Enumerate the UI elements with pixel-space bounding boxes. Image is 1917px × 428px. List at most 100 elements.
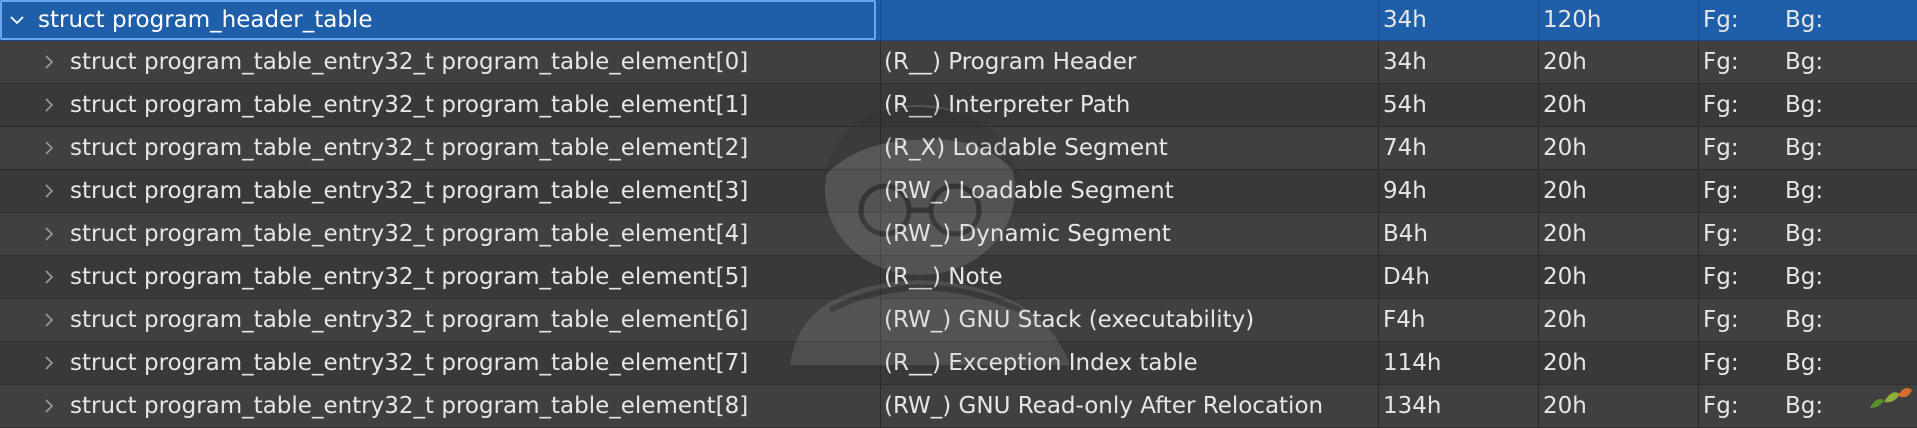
fg-label[interactable]: Fg: [1699,307,1785,333]
row-start: 74h [1383,135,1427,161]
comment-cell: (RW_) Loadable Segment [881,170,1377,212]
chevron-right-icon[interactable] [40,53,58,71]
row-comment: (R__) Interpreter Path [884,92,1131,118]
size-cell: 20h [1539,41,1697,83]
fg-label[interactable]: Fg: [1699,135,1785,161]
chevron-right-icon[interactable] [40,96,58,114]
row-comment: (RW_) Loadable Segment [884,178,1174,204]
name-cell: struct program_header_table [0,0,876,40]
fg-label[interactable]: Fg: [1699,350,1785,376]
comment-cell: (R__) Exception Index table [881,342,1377,384]
size-cell: 120h [1539,0,1697,40]
row-start: 34h [1383,49,1427,75]
color-cell: Fg: Bg: [1699,213,1917,255]
row-start: F4h [1383,307,1426,333]
start-cell: 94h [1379,170,1537,212]
start-cell: F4h [1379,299,1537,341]
chevron-right-icon[interactable] [40,225,58,243]
tree-row[interactable]: struct program_table_entry32_t program_t… [0,299,1917,342]
chevron-right-icon[interactable] [40,182,58,200]
tree-row[interactable]: struct program_table_entry32_t program_t… [0,213,1917,256]
row-size: 20h [1543,92,1587,118]
row-start: 54h [1383,92,1427,118]
color-cell: Fg: Bg: [1699,84,1917,126]
row-comment: (RW_) GNU Stack (executability) [884,307,1255,333]
row-start: 34h [1383,7,1427,33]
bg-label[interactable]: Bg: [1785,92,1823,118]
name-cell: struct program_table_entry32_t program_t… [0,41,880,83]
bg-label[interactable]: Bg: [1785,178,1823,204]
start-cell: 74h [1379,127,1537,169]
row-comment: (R_X) Loadable Segment [884,135,1168,161]
chevron-right-icon[interactable] [40,139,58,157]
start-cell: 34h [1379,41,1537,83]
row-size: 20h [1543,135,1587,161]
tree-row-root[interactable]: struct program_header_table 34h 120h Fg:… [0,0,1917,41]
row-size: 20h [1543,178,1587,204]
comment-cell: (R__) Interpreter Path [881,84,1377,126]
fg-label[interactable]: Fg: [1699,49,1785,75]
chevron-right-icon[interactable] [40,268,58,286]
fg-label[interactable]: Fg: [1699,393,1785,419]
name-cell: struct program_table_entry32_t program_t… [0,127,880,169]
row-size: 20h [1543,49,1587,75]
tree-row[interactable]: struct program_table_entry32_t program_t… [0,127,1917,170]
row-name: struct program_table_entry32_t program_t… [70,135,749,161]
bg-label[interactable]: Bg: [1785,135,1823,161]
bg-label[interactable]: Bg: [1785,221,1823,247]
bg-label[interactable]: Bg: [1785,49,1823,75]
row-size: 20h [1543,221,1587,247]
tree-row[interactable]: struct program_table_entry32_t program_t… [0,342,1917,385]
size-cell: 20h [1539,84,1697,126]
size-cell: 20h [1539,342,1697,384]
comment-cell [881,0,1377,40]
row-comment: (RW_) GNU Read-only After Relocation [884,393,1324,419]
comment-cell: (R__) Program Header [881,41,1377,83]
fg-label[interactable]: Fg: [1699,7,1785,33]
comment-cell: (R__) Note [881,256,1377,298]
bg-label[interactable]: Bg: [1785,264,1823,290]
row-name: struct program_table_entry32_t program_t… [70,350,749,376]
bg-label[interactable]: Bg: [1785,307,1823,333]
color-cell: Fg: Bg: [1699,170,1917,212]
fg-label[interactable]: Fg: [1699,264,1785,290]
name-cell: struct program_table_entry32_t program_t… [0,170,880,212]
size-cell: 20h [1539,170,1697,212]
chevron-right-icon[interactable] [40,397,58,415]
start-cell: 114h [1379,342,1537,384]
color-cell: Fg: Bg: [1699,0,1917,40]
size-cell: 20h [1539,213,1697,255]
row-size: 20h [1543,307,1587,333]
row-name: struct program_header_table [38,7,373,33]
name-cell: struct program_table_entry32_t program_t… [0,299,880,341]
row-size: 120h [1543,7,1602,33]
chevron-down-icon[interactable] [8,11,26,29]
row-name: struct program_table_entry32_t program_t… [70,221,749,247]
fg-label[interactable]: Fg: [1699,92,1785,118]
chevron-right-icon[interactable] [40,354,58,372]
tree-row[interactable]: struct program_table_entry32_t program_t… [0,41,1917,84]
row-name: struct program_table_entry32_t program_t… [70,264,749,290]
row-start: 114h [1383,350,1442,376]
bg-label[interactable]: Bg: [1785,350,1823,376]
color-cell: Fg: Bg: [1699,299,1917,341]
tree-row[interactable]: struct program_table_entry32_t program_t… [0,84,1917,127]
bg-label[interactable]: Bg: [1785,393,1823,419]
tree-row[interactable]: struct program_table_entry32_t program_t… [0,385,1917,428]
start-cell: B4h [1379,213,1537,255]
tree-row[interactable]: struct program_table_entry32_t program_t… [0,256,1917,299]
color-cell: Fg: Bg: [1699,127,1917,169]
tree-row[interactable]: struct program_table_entry32_t program_t… [0,170,1917,213]
name-cell: struct program_table_entry32_t program_t… [0,84,880,126]
fg-label[interactable]: Fg: [1699,221,1785,247]
bg-label[interactable]: Bg: [1785,7,1823,33]
color-cell: Fg: Bg: [1699,385,1917,427]
row-comment: (RW_) Dynamic Segment [884,221,1171,247]
fg-label[interactable]: Fg: [1699,178,1785,204]
start-cell: 134h [1379,385,1537,427]
color-cell: Fg: Bg: [1699,342,1917,384]
row-name: struct program_table_entry32_t program_t… [70,92,749,118]
color-cell: Fg: Bg: [1699,41,1917,83]
size-cell: 20h [1539,256,1697,298]
chevron-right-icon[interactable] [40,311,58,329]
